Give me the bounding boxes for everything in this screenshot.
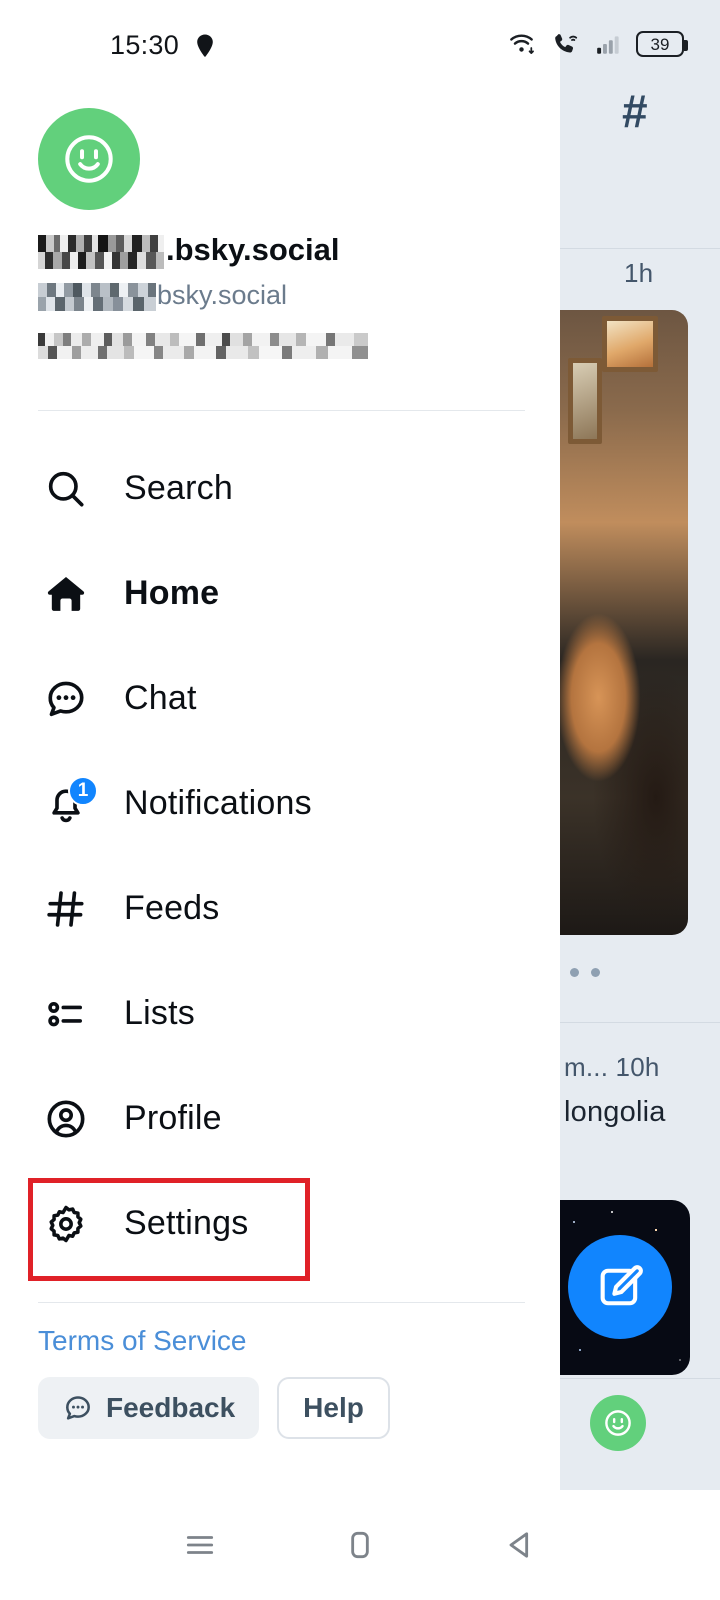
sidebar-item-label: Settings — [124, 1204, 249, 1242]
sidebar-item-label: Feeds — [124, 889, 220, 927]
sidebar-item-feeds[interactable]: Feeds — [0, 856, 560, 961]
clock: 15:30 — [110, 30, 180, 60]
sidebar-item-label: Profile — [124, 1099, 222, 1137]
drawer-nav-list: Search Home Chat 1 Notifications Feeds L… — [0, 436, 560, 1276]
navigation-drawer: .bsky.social bsky.social Search Home Cha… — [0, 0, 560, 1490]
status-bar-right: 39 — [506, 30, 688, 58]
picture-frame — [602, 316, 658, 372]
post-text: longolia — [564, 1096, 666, 1128]
post-timestamp: 1h — [624, 258, 654, 288]
chat-bubble-icon — [40, 673, 92, 725]
hashtag-icon — [40, 883, 92, 935]
feedback-label: Feedback — [106, 1392, 236, 1423]
battery-indicator: 39 — [636, 31, 688, 57]
wifi-icon — [510, 34, 534, 54]
cellular-signal-icon — [597, 36, 619, 54]
pagination-dots — [570, 968, 600, 977]
sidebar-item-lists[interactable]: Lists — [0, 961, 560, 1066]
sidebar-item-profile[interactable]: Profile — [0, 1066, 560, 1171]
sidebar-item-search[interactable]: Search — [0, 436, 560, 541]
list-icon — [40, 988, 92, 1040]
redacted-text — [38, 234, 164, 269]
smiley-face-avatar — [65, 135, 113, 183]
divider — [38, 410, 525, 411]
footer-buttons: Feedback Help — [38, 1377, 390, 1439]
smiley-face-avatar — [605, 1410, 631, 1436]
chat-dots-icon — [66, 1396, 90, 1420]
sidebar-item-notifications[interactable]: 1 Notifications — [0, 751, 560, 856]
terms-of-service-link[interactable]: Terms of Service — [38, 1325, 247, 1357]
background-feed: # 1h m... 10h longolia — [560, 0, 720, 1490]
help-label: Help — [303, 1392, 364, 1423]
feedback-button[interactable]: Feedback — [38, 1377, 260, 1439]
bell-icon: 1 — [40, 775, 98, 830]
avatar — [590, 1395, 646, 1451]
hashtag-icon: # — [622, 85, 648, 137]
status-bar-left: 15:30 — [110, 30, 217, 61]
notification-badge: 1 — [68, 775, 98, 806]
profile-display-name[interactable]: .bsky.social — [38, 232, 339, 269]
phone-screen: # 1h m... 10h longolia .bsky.social bsky… — [0, 0, 720, 1600]
sidebar-item-label: Search — [124, 469, 233, 507]
profile-name-suffix: .bsky.social — [166, 232, 340, 267]
android-nav-bar — [0, 1490, 720, 1600]
avatar[interactable] — [38, 108, 140, 210]
post-image — [560, 310, 688, 935]
bg-divider — [560, 1022, 720, 1023]
home-icon — [40, 568, 92, 620]
back-triangle-icon[interactable] — [490, 1515, 550, 1575]
wifi-calling-icon — [555, 34, 578, 53]
gear-icon — [40, 1198, 92, 1250]
profile-handle[interactable]: bsky.social — [38, 280, 287, 311]
search-icon — [40, 463, 92, 515]
sidebar-item-label: Home — [124, 574, 220, 612]
bg-divider — [560, 248, 720, 249]
location-pin-icon — [197, 34, 213, 57]
home-square-icon[interactable] — [330, 1515, 390, 1575]
redacted-text — [38, 282, 156, 311]
sidebar-item-label: Notifications — [124, 784, 312, 822]
bg-divider — [560, 1378, 720, 1379]
status-bar: 15:30 39 — [0, 0, 720, 82]
profile-stats[interactable] — [38, 332, 368, 360]
sidebar-item-label: Lists — [124, 994, 195, 1032]
compose-button[interactable] — [568, 1235, 672, 1339]
redacted-text — [38, 333, 368, 360]
compose-pencil-icon — [600, 1265, 643, 1306]
battery-level: 39 — [650, 34, 670, 54]
sidebar-item-settings[interactable]: Settings — [0, 1171, 560, 1276]
post-image-night-sky — [560, 1200, 690, 1375]
sidebar-item-chat[interactable]: Chat — [0, 646, 560, 751]
divider — [38, 1302, 525, 1303]
sidebar-item-home[interactable]: Home — [0, 541, 560, 646]
help-button[interactable]: Help — [277, 1377, 390, 1439]
post-timestamp: m... 10h — [564, 1052, 660, 1082]
picture-frame — [568, 358, 602, 444]
profile-handle-suffix: bsky.social — [157, 280, 288, 310]
recents-icon[interactable] — [170, 1515, 230, 1575]
sidebar-item-label: Chat — [124, 679, 197, 717]
person-circle-icon — [40, 1093, 92, 1145]
